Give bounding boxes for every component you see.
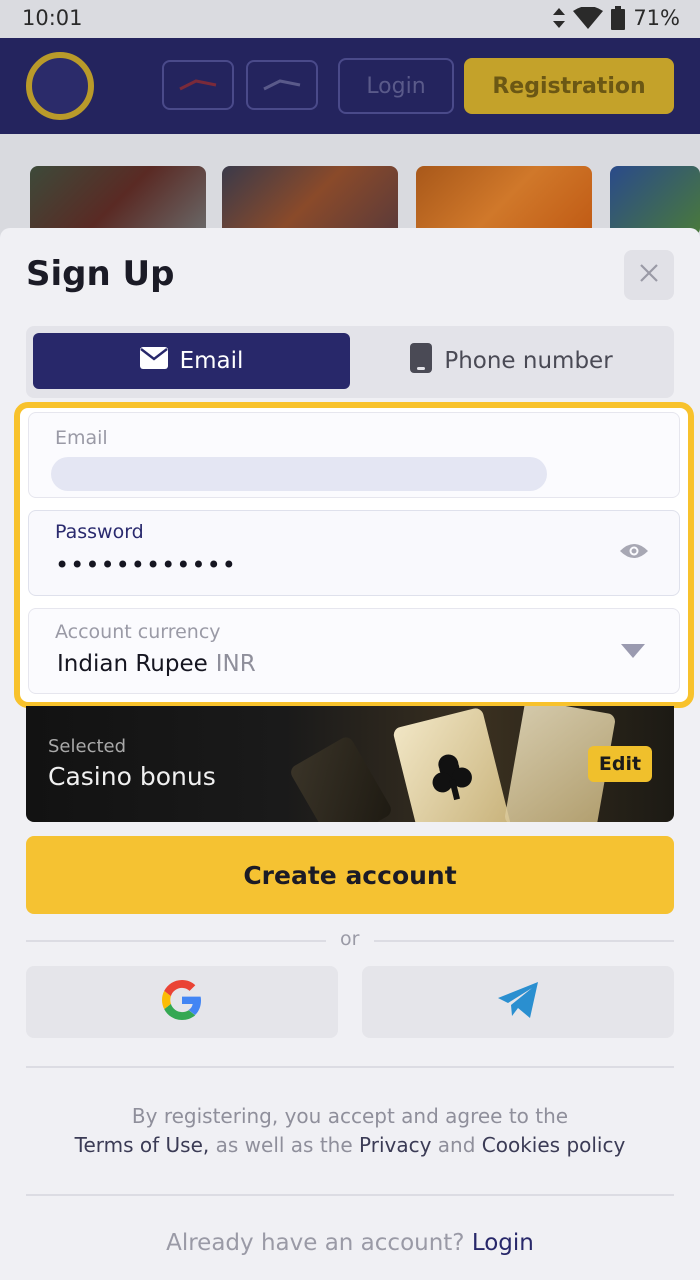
password-field-label: Password [55,521,144,543]
login-prompt-text: Already have an account? [166,1230,465,1256]
header-promo-badge [162,60,234,110]
battery-percent: 71% [633,6,680,30]
status-icons: 71% [553,6,680,30]
data-arrows-icon [553,8,566,28]
game-thumbnail [610,166,700,236]
playing-card-image [288,734,394,822]
edit-bonus-button[interactable]: Edit [588,746,652,782]
telegram-icon [496,981,540,1023]
app-logo [26,52,94,120]
password-value: •••••••••••• [55,551,237,579]
divider-left [26,940,326,942]
currency-code: INR [215,651,256,677]
header-registration-button[interactable]: Registration [464,58,674,114]
game-thumbnail [222,166,398,236]
status-time: 10:01 [22,6,83,30]
currency-select[interactable]: Account currency Indian Rupee INR [28,608,680,694]
terms-and-text: and [431,1133,482,1157]
app-header: Login Registration [0,38,700,134]
games-strip [0,134,700,236]
currency-name: Indian Rupee [57,651,208,677]
signup-method-tabs: Email Phone number [26,326,674,398]
currency-value: Indian Rupee INR [57,651,256,677]
header-app-badge [246,60,318,110]
terms-of-use-link[interactable]: Terms of Use, [75,1133,210,1157]
tab-email[interactable]: Email [33,333,350,389]
game-thumbnail [30,166,206,236]
terms-text: By registering, you accept and agree to … [0,1102,700,1160]
login-prompt: Already have an account? Login [0,1230,700,1256]
privacy-link[interactable]: Privacy [359,1133,431,1157]
game-thumbnail [416,166,592,236]
wifi-icon [573,7,604,29]
terms-line-1: By registering, you accept and agree to … [131,1104,569,1128]
tab-phone-number[interactable]: Phone number [356,333,667,389]
divider-right [374,940,674,942]
phone-icon [410,343,433,379]
create-account-button[interactable]: Create account [26,836,674,914]
google-icon [161,979,203,1025]
bonus-name: Casino bonus [48,762,216,791]
eye-icon[interactable] [619,541,649,565]
bonus-selected-label: Selected [48,736,127,757]
terms-middle-text: as well as the [209,1133,360,1157]
password-field[interactable]: Password •••••••••••• [28,510,680,596]
divider-or-label: or [340,928,360,950]
google-signup-button[interactable] [26,966,338,1038]
close-button[interactable] [624,250,674,300]
login-link[interactable]: Login [472,1230,534,1256]
email-field-label: Email [55,427,108,449]
status-bar: 10:01 71% [0,0,700,38]
envelope-icon [139,347,168,375]
tab-phone-label: Phone number [444,348,613,374]
playing-card-image [392,706,512,822]
chevron-down-icon [621,643,645,662]
battery-icon [611,6,626,30]
terms-line-2: Terms of Use, as well as the Privacy and… [0,1131,700,1160]
highlighted-form-fields: Email Password •••••••••••• Account curr… [14,402,694,708]
modal-title: Sign Up [26,254,175,294]
tab-email-label: Email [179,348,244,374]
email-value-redacted [51,457,547,491]
currency-field-label: Account currency [55,621,221,643]
bonus-banner[interactable]: Selected Casino bonus Edit [26,706,674,822]
section-divider [26,1066,674,1068]
close-icon [639,263,659,287]
header-login-button[interactable]: Login [338,58,454,114]
cookies-policy-link[interactable]: Cookies policy [482,1133,626,1157]
section-divider [26,1194,674,1196]
telegram-signup-button[interactable] [362,966,674,1038]
signup-modal: Sign Up Email Phone number Email Passwor… [0,228,700,1280]
email-field[interactable]: Email [28,412,680,498]
